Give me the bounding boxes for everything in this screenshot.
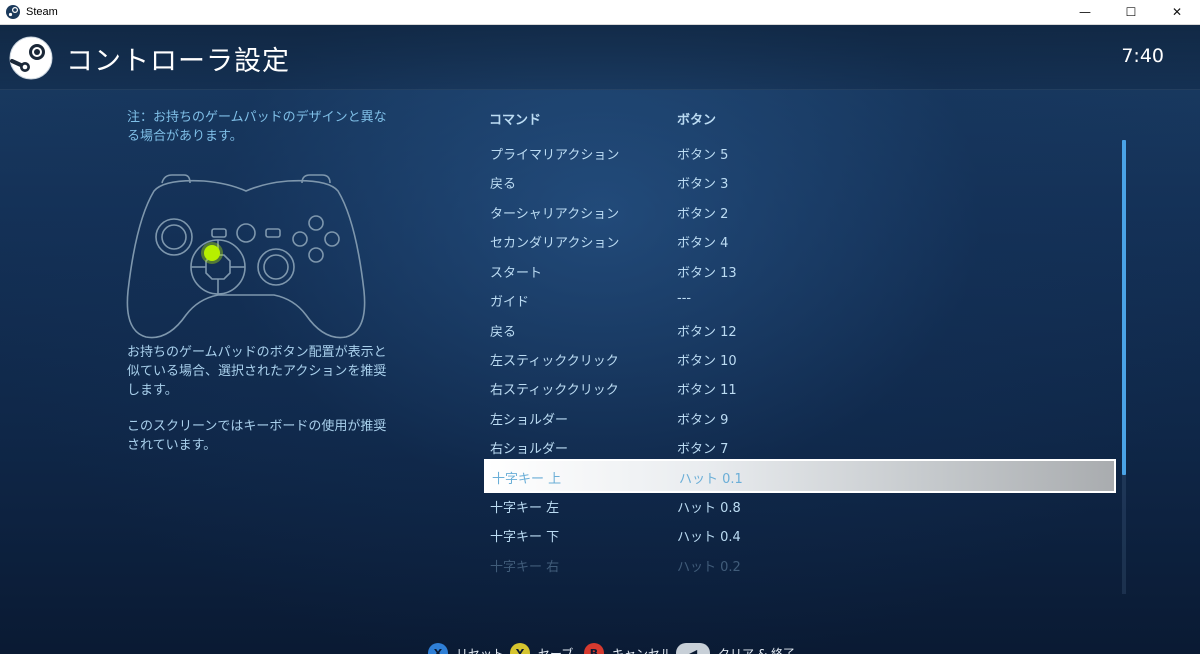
- binding-button: ハット 0.1: [679, 472, 743, 487]
- clear-exit-label: クリア & 終了: [718, 646, 795, 654]
- binding-button: ボタン 5: [677, 148, 729, 163]
- binding-row[interactable]: 戻る ボタン 3: [484, 167, 1116, 195]
- binding-button: ハット 0.8: [677, 501, 741, 516]
- steam-app-icon: [6, 5, 20, 19]
- layout-note: 注：お持ちのゲームパッドのデザインと異なる場合があります。: [127, 110, 387, 144]
- back-button-icon: ◀: [676, 643, 710, 654]
- binding-row[interactable]: 右ショルダー ボタン 7: [484, 432, 1116, 460]
- maximize-button[interactable]: ☐: [1108, 0, 1154, 24]
- binding-button: ハット 0.2: [677, 560, 741, 575]
- binding-button: ボタン 9: [677, 413, 729, 428]
- binding-command: ターシャリアクション: [490, 207, 620, 222]
- binding-button: ボタン 13: [677, 266, 737, 281]
- binding-button: ボタン 11: [677, 383, 737, 398]
- binding-command: 左スティッククリック: [490, 354, 619, 369]
- big-picture-main: コントローラ設定 7:40 注：お持ちのゲームパッドのデザインと異なる場合があり…: [0, 25, 1200, 654]
- binding-row[interactable]: プライマリアクション ボタン 5: [484, 138, 1116, 166]
- steam-logo-icon: [9, 36, 53, 80]
- binding-row[interactable]: 右スティッククリック ボタン 11: [484, 373, 1116, 401]
- page-header: コントローラ設定 7:40: [0, 25, 1200, 90]
- list-scrollbar-thumb[interactable]: [1122, 140, 1126, 475]
- binding-command: プライマリアクション: [490, 148, 620, 163]
- minimize-button[interactable]: —: [1062, 0, 1108, 24]
- binding-command: 十字キー 上: [492, 472, 562, 487]
- binding-command: 十字キー 左: [490, 501, 560, 516]
- binding-row[interactable]: スタート ボタン 13: [484, 256, 1116, 284]
- binding-button: ボタン 3: [677, 177, 729, 192]
- binding-command: 十字キー 右: [490, 560, 560, 575]
- binding-row[interactable]: 十字キー 左 ハット 0.8: [484, 491, 1116, 519]
- binding-command: 戻る: [490, 325, 517, 340]
- save-hint[interactable]: Y セーブ: [510, 643, 573, 654]
- binding-button: ボタン 10: [677, 354, 737, 369]
- binding-button: ---: [677, 291, 692, 306]
- binding-row[interactable]: ターシャリアクション ボタン 2: [484, 197, 1116, 225]
- binding-command: 右ショルダー: [490, 442, 569, 457]
- close-button[interactable]: ✕: [1154, 0, 1200, 24]
- clear-exit-hint[interactable]: ◀ クリア & 終了: [676, 643, 795, 654]
- binding-button: ボタン 7: [677, 442, 729, 457]
- y-button-icon: Y: [510, 643, 530, 654]
- binding-row[interactable]: 戻る ボタン 12: [484, 315, 1116, 343]
- column-header-button: ボタン: [677, 113, 717, 128]
- b-button-icon: B: [584, 643, 604, 654]
- binding-command: 右スティッククリック: [490, 383, 619, 398]
- binding-row[interactable]: セカンダリアクション ボタン 4: [484, 226, 1116, 254]
- binding-command: 十字キー 下: [490, 530, 560, 545]
- reset-label: リセット: [456, 646, 505, 654]
- window-title: Steam: [26, 6, 58, 18]
- binding-button: ボタン 4: [677, 236, 729, 251]
- binding-button: ボタン 12: [677, 325, 737, 340]
- button-hint-bar: X リセット Y セーブ B キャンセル ◀ クリア & 終了: [0, 639, 1200, 654]
- page-title: コントローラ設定: [66, 46, 290, 77]
- cancel-hint[interactable]: B キャンセル: [584, 643, 672, 654]
- binding-button: ボタン 2: [677, 207, 729, 222]
- binding-row[interactable]: 十字キー 右 ハット 0.2: [484, 550, 1116, 578]
- cancel-label: キャンセル: [612, 646, 673, 654]
- keyboard-hint-text: このスクリーンではキーボードの使用が推奨されています。: [127, 419, 387, 453]
- x-button-icon: X: [428, 643, 448, 654]
- save-label: セーブ: [538, 646, 574, 654]
- recommendation-text: お持ちのゲームパッドのボタン配置が表示と似ている場合、選択されたアクションを推奨…: [127, 345, 387, 398]
- binding-command: セカンダリアクション: [490, 236, 620, 251]
- clock: 7:40: [1121, 45, 1164, 67]
- reset-hint[interactable]: X リセット: [428, 643, 504, 654]
- binding-row[interactable]: ガイド ---: [484, 285, 1116, 313]
- binding-command: 左ショルダー: [490, 413, 569, 428]
- binding-command: スタート: [490, 266, 543, 281]
- binding-row[interactable]: 十字キー 下 ハット 0.4: [484, 520, 1116, 548]
- binding-command: 戻る: [490, 177, 517, 192]
- gamepad-diagram-icon: [126, 174, 366, 339]
- binding-row[interactable]: 左ショルダー ボタン 9: [484, 403, 1116, 431]
- binding-row[interactable]: 左スティッククリック ボタン 10: [484, 344, 1116, 372]
- binding-button: ハット 0.4: [677, 530, 741, 545]
- column-header-command: コマンド: [489, 113, 542, 128]
- binding-command: ガイド: [490, 295, 530, 310]
- binding-row-selected[interactable]: 十字キー 上 ハット 0.1: [484, 459, 1116, 493]
- window-titlebar: Steam — ☐ ✕: [0, 0, 1200, 25]
